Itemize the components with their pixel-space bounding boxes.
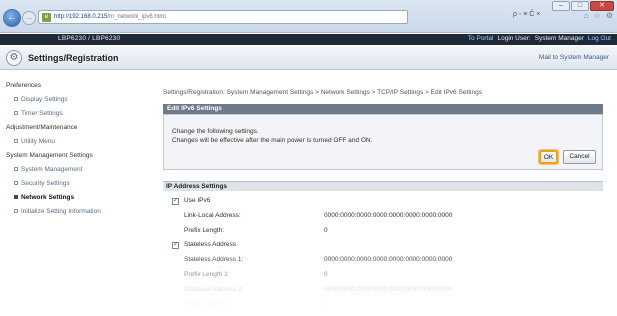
mail-to-system-manager-link[interactable]: Mail to System Manager: [539, 54, 609, 61]
window-controls: – □ ✕: [552, 1, 614, 11]
product-bar: LBP6230 / LBP6230 To Portal Login User: …: [0, 34, 617, 45]
bullet-icon: [14, 181, 18, 186]
use-ipv6-label: Use IPv6: [184, 197, 211, 204]
gear-icon[interactable]: ⚙: [606, 11, 613, 20]
minimize-button[interactable]: –: [552, 1, 570, 11]
bottom-fade-overlay: [0, 270, 617, 316]
sidebar-item-system-management[interactable]: System Management: [14, 166, 82, 173]
sidebar-item-timer-settings[interactable]: Timer Settings: [14, 110, 63, 117]
prefix-length-label: Prefix Length:: [184, 227, 225, 234]
top-links: To Portal Login User: System Manager Log…: [468, 35, 611, 42]
arrow-left-icon: ←: [7, 12, 17, 23]
instruction-line-1: Change the following settings.: [172, 128, 259, 135]
login-user-label: Login User:: [497, 35, 531, 42]
bullet-icon: [14, 111, 18, 116]
sidebar-group-preferences[interactable]: Preferences: [6, 82, 41, 89]
ok-button[interactable]: OK: [538, 149, 559, 165]
stateless-address-2-label: Stateless Address 2:: [184, 286, 244, 293]
sidebar-group-system-management-settings[interactable]: System Management Settings: [6, 152, 93, 159]
prefix-length-2-value: 0: [324, 301, 328, 308]
page-header: ⚙ Settings/Registration Mail to System M…: [0, 46, 617, 70]
address-bar[interactable]: e http://192.168.0.215/m_network_ipv6.ht…: [38, 10, 408, 24]
portal-link[interactable]: To Portal: [468, 35, 494, 42]
link-local-address-value: 0000:0000:0000:0000:0000:0000:0000:0000: [324, 212, 453, 219]
home-icon[interactable]: ⌂: [584, 11, 589, 20]
sidebar-item-security-settings[interactable]: Security Settings: [14, 180, 70, 187]
bullet-icon: [14, 139, 18, 144]
address-host: http://192.168.0.215: [54, 14, 108, 20]
maximize-button[interactable]: □: [571, 1, 589, 11]
stateless-address-1-value: 0000:0000:0000:0000:0000:0000:0000:0000: [324, 256, 453, 263]
site-icon: e: [42, 12, 51, 22]
stateless-address-label: Stateless Address: [184, 241, 237, 248]
address-path: /m_network_ipv6.html: [107, 14, 166, 20]
close-window-button[interactable]: ✕: [590, 1, 614, 11]
breadcrumb: Settings/Registration: System Management…: [163, 89, 482, 96]
sidebar-item-utility-menu[interactable]: Utility Menu: [14, 138, 55, 145]
forward-button[interactable]: →: [22, 11, 36, 25]
browser-toolbar: – □ ✕ ← → e http://192.168.0.215/m_netwo…: [0, 0, 617, 33]
prefix-length-2-label: Prefix Length 2:: [184, 301, 230, 308]
stateless-address-1-label: Stateless Address 1:: [184, 256, 244, 263]
settings-gear-icon: ⚙: [6, 50, 22, 66]
login-user-name: System Manager: [534, 35, 584, 42]
address-tools[interactable]: ρ - ≡ Č ×: [513, 11, 540, 18]
bullet-icon: [14, 167, 18, 172]
sidebar-item-display-settings[interactable]: Display Settings: [14, 96, 68, 103]
sidebar-group-adjustment-maintenance[interactable]: Adjustment/Maintenance: [6, 124, 78, 131]
sidebar-item-network-settings[interactable]: Network Settings: [14, 194, 74, 201]
cancel-button[interactable]: Cancel: [563, 150, 596, 164]
sidebar-item-initialize-setting-information[interactable]: Initialize Setting Information: [14, 208, 101, 215]
use-ipv6-checkbox[interactable]: ✓: [172, 198, 179, 205]
ip-address-settings-header: IP Address Settings: [163, 181, 603, 191]
bullet-icon: [14, 209, 18, 214]
logout-link[interactable]: Log Out: [588, 35, 611, 42]
prefix-length-1-value: 0: [324, 271, 328, 278]
section-title: Edit IPv6 Settings: [163, 104, 603, 114]
instruction-line-2: Changes will be effective after the main…: [172, 137, 373, 144]
page-title: Settings/Registration: [28, 53, 119, 63]
favorites-icon[interactable]: ☆: [594, 11, 601, 20]
bullet-icon: [14, 97, 18, 102]
stateless-address-2-value: 0000:0000:0000:0000:0000:0000:0000:0000: [324, 286, 453, 293]
bullet-icon: [14, 195, 18, 200]
browser-icons: ⌂ ☆ ⚙: [584, 11, 613, 20]
stateless-address-checkbox[interactable]: ✓: [172, 242, 179, 249]
back-button[interactable]: ←: [3, 9, 21, 27]
prefix-length-value: 0: [324, 227, 328, 234]
link-local-address-label: Link-Local Address:: [184, 212, 241, 219]
product-model: LBP6230 / LBP6230: [58, 35, 121, 42]
prefix-length-1-label: Prefix Length 1:: [184, 271, 230, 278]
arrow-right-icon: →: [25, 13, 33, 22]
